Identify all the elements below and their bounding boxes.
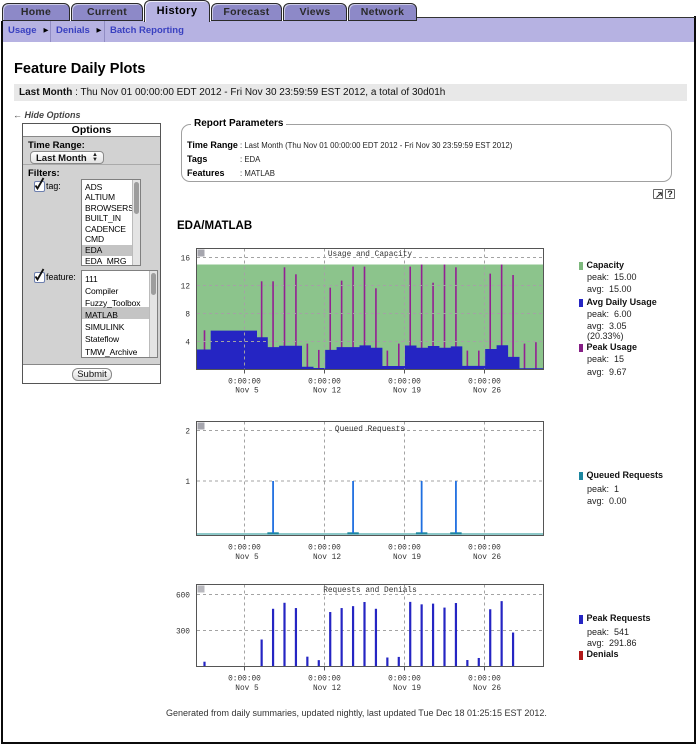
svg-text:0:00:00: 0:00:00 [308, 545, 341, 553]
svg-text:Nov 19: Nov 19 [393, 685, 421, 693]
svg-text:16: 16 [181, 256, 191, 264]
svg-text:Nov 19: Nov 19 [393, 554, 421, 562]
svg-text:8: 8 [185, 312, 190, 320]
svg-text:Nov 26: Nov 26 [473, 388, 501, 396]
svg-text:0:00:00: 0:00:00 [308, 379, 341, 387]
svg-text:4: 4 [185, 340, 190, 348]
svg-text:0:00:00: 0:00:00 [468, 676, 501, 684]
svg-text:Nov 12: Nov 12 [313, 388, 341, 396]
svg-text:Nov 19: Nov 19 [393, 388, 421, 396]
svg-text:Nov 5: Nov 5 [235, 388, 259, 396]
svg-text:0:00:00: 0:00:00 [228, 676, 261, 684]
svg-text:Nov 26: Nov 26 [473, 685, 501, 693]
svg-text:12: 12 [181, 284, 191, 292]
svg-text:0:00:00: 0:00:00 [388, 379, 421, 387]
svg-text:0:00:00: 0:00:00 [228, 379, 261, 387]
svg-text:0:00:00: 0:00:00 [388, 676, 421, 684]
svg-text:0:00:00: 0:00:00 [308, 676, 341, 684]
svg-text:Nov 5: Nov 5 [235, 685, 259, 693]
svg-text:Nov 5: Nov 5 [235, 554, 259, 562]
svg-text:0:00:00: 0:00:00 [468, 379, 501, 387]
svg-text:600: 600 [176, 593, 190, 601]
svg-text:Queued Requests: Queued Requests [335, 426, 406, 434]
svg-text:Nov 12: Nov 12 [313, 554, 341, 562]
svg-text:Nov 12: Nov 12 [313, 685, 341, 693]
svg-text:0:00:00: 0:00:00 [228, 545, 261, 553]
svg-text:2: 2 [185, 429, 190, 437]
svg-text:1: 1 [185, 479, 190, 487]
svg-text:Nov 26: Nov 26 [473, 554, 501, 562]
svg-text:Requests and Denials: Requests and Denials [323, 587, 417, 595]
svg-text:Usage and Capacity: Usage and Capacity [328, 251, 413, 259]
svg-text:0:00:00: 0:00:00 [468, 545, 501, 553]
svg-text:300: 300 [176, 629, 190, 637]
svg-text:0:00:00: 0:00:00 [388, 545, 421, 553]
